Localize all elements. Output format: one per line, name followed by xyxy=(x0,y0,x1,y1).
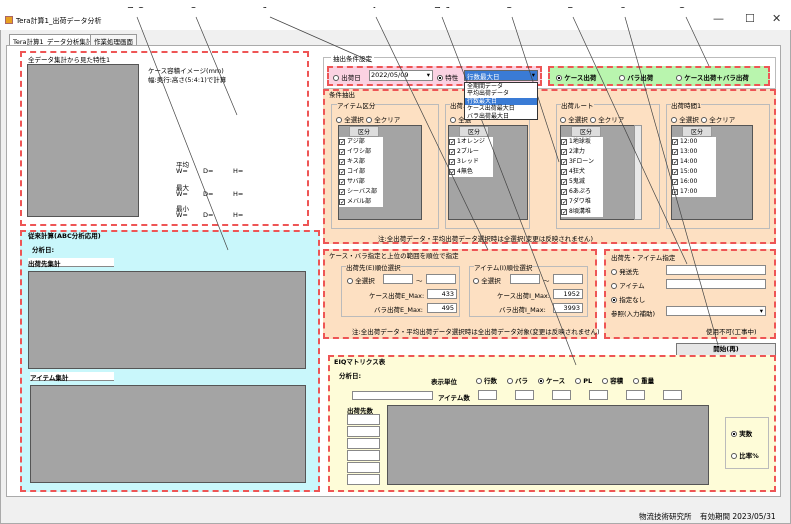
feature-option[interactable]: ケース出荷最大日 xyxy=(465,105,537,112)
callout-line-4 xyxy=(375,16,489,251)
feature-option[interactable]: バラ出荷最大日 xyxy=(465,113,537,120)
callout-line-1 xyxy=(269,16,373,63)
feature-dropdown: 全期間データ 平均出荷データ 行数最大日 ケース出荷最大日 バラ出荷最大日 xyxy=(464,82,538,120)
callout-line-7-2 xyxy=(136,16,229,251)
callout-line-2 xyxy=(685,16,710,67)
callout-line-8 xyxy=(195,16,238,116)
callout-line-5 xyxy=(572,16,688,265)
callout-line-7-1 xyxy=(441,16,577,366)
callout-line-6 xyxy=(624,16,719,346)
callout-lines xyxy=(136,16,719,366)
feature-option[interactable]: 平均出荷データ xyxy=(465,90,537,97)
